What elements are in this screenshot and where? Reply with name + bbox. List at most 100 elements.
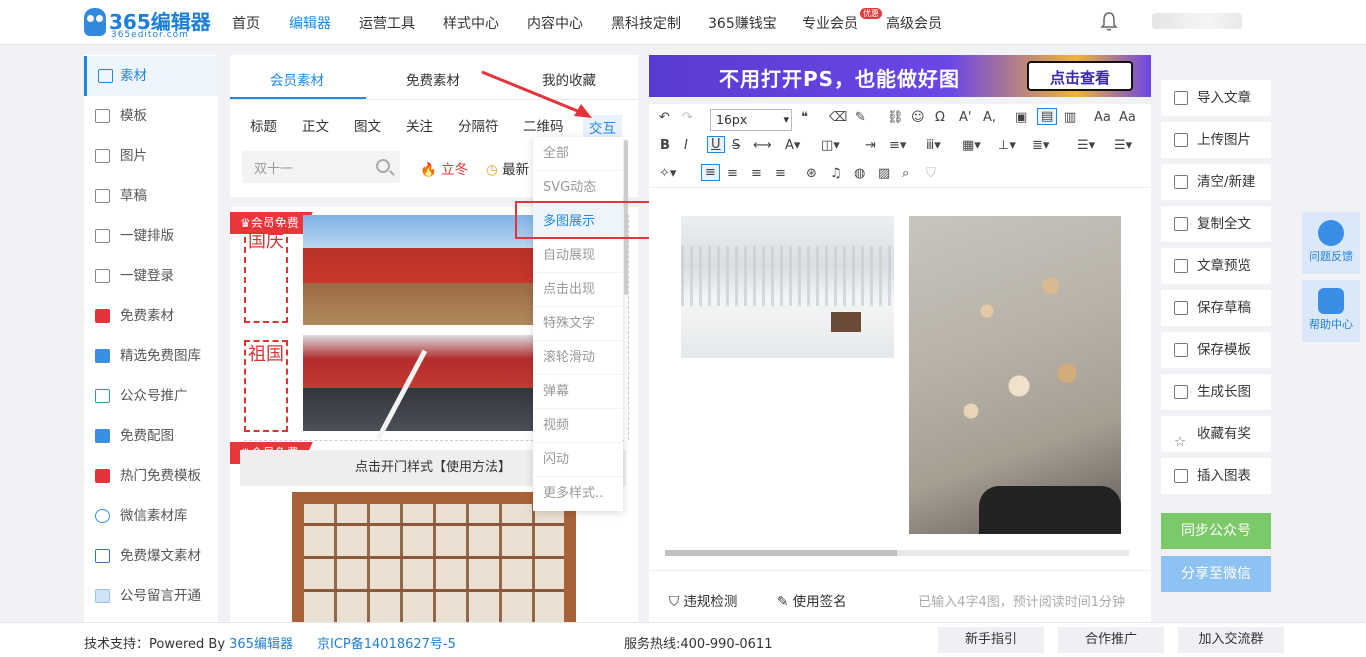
search-icon[interactable] (376, 159, 390, 173)
layout-right-icon[interactable]: ▥ (1064, 110, 1076, 125)
dropdown-item-flash[interactable]: 闪动 (533, 443, 623, 477)
dropdown-item-click-show[interactable]: 点击出现 (533, 273, 623, 307)
cooperation-button[interactable]: 合作推广 (1058, 627, 1164, 653)
emoji-icon[interactable]: ☺ (911, 110, 925, 125)
category-follow[interactable]: 关注 (406, 115, 433, 135)
sidebar-item-hot-templates[interactable]: 热门免费模板 (84, 456, 218, 496)
clear-format-icon[interactable]: Aa (1119, 110, 1136, 125)
background-color-icon[interactable]: ◫▾ (821, 138, 840, 153)
undo-icon[interactable]: ↶ (659, 110, 670, 125)
dropdown-item-all[interactable]: 全部 (533, 137, 623, 171)
icp-link[interactable]: 京ICP备14018627号-5 (317, 633, 456, 652)
dropdown-item-special-text[interactable]: 特殊文字 (533, 307, 623, 341)
tiananmen-image[interactable] (303, 215, 535, 325)
font-size-select[interactable]: 16px (710, 109, 792, 131)
paragraph-spacing-icon[interactable]: ≡▾ (889, 138, 906, 153)
door-image[interactable] (292, 492, 576, 622)
subscript-icon[interactable]: A, (983, 110, 996, 125)
support-link[interactable]: 365编辑器 (229, 637, 293, 652)
nav-ops-tools[interactable]: 运营工具 (359, 13, 415, 33)
promo-banner[interactable]: 不用打开PS，也能做好图 点击查看 (649, 55, 1151, 97)
dropdown-item-svg[interactable]: SVG动态 (533, 171, 623, 205)
dried-flowers-image[interactable] (909, 216, 1121, 534)
beginner-guide-button[interactable]: 新手指引 (938, 627, 1044, 653)
preview-button[interactable]: 文章预览 (1161, 248, 1271, 284)
chip-lidong[interactable]: 🔥 立冬 (420, 158, 468, 178)
sidebar-item-promote[interactable]: 公众号推广 (84, 376, 218, 416)
sidebar-item-wechat-library[interactable]: 微信素材库 (84, 496, 218, 536)
omega-icon[interactable]: Ω (935, 110, 945, 125)
nav-earn[interactable]: 365赚钱宝 (708, 13, 777, 33)
sync-wechat-button[interactable]: 同步公众号 (1161, 513, 1271, 549)
indent-icon[interactable]: ⇥ (865, 138, 876, 153)
chip-latest[interactable]: ◷ 最新 (486, 158, 529, 178)
bell-icon[interactable] (1100, 12, 1118, 32)
underline-icon[interactable]: U (707, 136, 725, 153)
flag-crowd-image[interactable] (303, 335, 535, 441)
align-left-icon[interactable]: ≡ (701, 164, 720, 181)
italic-icon[interactable]: I (684, 138, 688, 153)
align-bottom-icon[interactable]: ⊥▾ (998, 138, 1016, 153)
scroll-thumb[interactable] (665, 550, 897, 556)
nav-editor[interactable]: 编辑器 (289, 13, 331, 33)
line-height-icon[interactable]: ⟷ (753, 138, 772, 153)
sidebar-item-drafts[interactable]: 草稿 (84, 176, 218, 216)
sidebar-item-free-images[interactable]: 免费配图 (84, 416, 218, 456)
clear-new-button[interactable]: 清空/新建 (1161, 164, 1271, 200)
insert-chart-button[interactable]: 插入图表 (1161, 458, 1271, 494)
category-image-text[interactable]: 图文 (354, 115, 381, 135)
align-right-icon[interactable]: ≡ (751, 166, 762, 181)
music-icon[interactable]: ♫ (830, 166, 842, 181)
font-color-icon[interactable]: A▾ (785, 138, 800, 153)
eraser-icon[interactable]: ⌫ (829, 110, 847, 125)
align-center-icon[interactable]: ≡ (727, 166, 738, 181)
sidebar-item-material[interactable]: 素材 (84, 56, 218, 96)
quote-icon[interactable]: ❝ (801, 110, 808, 125)
magic-wand-icon[interactable]: ✧▾ (659, 166, 676, 181)
dropdown-item-video[interactable]: 视频 (533, 409, 623, 443)
link-icon[interactable]: ⛓ (887, 110, 904, 125)
category-title[interactable]: 标题 (250, 115, 277, 135)
dropdown-item-danmu[interactable]: 弹幕 (533, 375, 623, 409)
shield-icon[interactable]: ⛉ (926, 166, 936, 181)
layout-left-icon[interactable]: ▤ (1037, 108, 1058, 125)
palette-icon[interactable]: ◍ (854, 166, 865, 181)
save-draft-button[interactable]: 保存草稿 (1161, 290, 1271, 326)
sidebar-item-login[interactable]: 一键登录 (84, 256, 218, 296)
dropdown-item-more[interactable]: 更多样式.. (533, 477, 623, 511)
category-body[interactable]: 正文 (302, 115, 329, 135)
import-article-button[interactable]: 导入文章 (1161, 80, 1271, 116)
format-brush-icon[interactable]: ✎ (855, 110, 866, 125)
case-icon[interactable]: Aa (1094, 110, 1111, 125)
nav-style-center[interactable]: 样式中心 (443, 13, 499, 33)
snow-village-image[interactable] (681, 216, 894, 358)
save-template-button[interactable]: 保存模板 (1161, 332, 1271, 368)
image-insert-icon[interactable]: ▨ (878, 166, 890, 181)
sidebar-item-comments[interactable]: 公号留言开通 (84, 576, 218, 616)
nav-home[interactable]: 首页 (232, 13, 260, 33)
video-icon[interactable]: ⊛ (806, 166, 817, 181)
dropdown-item-scroll[interactable]: 滚轮滑动 (533, 341, 623, 375)
redo-icon[interactable]: ↷ (682, 110, 693, 125)
sidebar-item-gallery[interactable]: 精选免费图库 (84, 336, 218, 376)
heading-icon[interactable]: ≣▾ (1032, 138, 1049, 153)
copy-all-button[interactable]: 复制全文 (1161, 206, 1271, 242)
justify-icon[interactable]: ≡ (775, 166, 786, 181)
violation-check[interactable]: ⛉ 违规检测 (669, 590, 737, 610)
dropdown-item-auto-show[interactable]: 自动展现 (533, 239, 623, 273)
join-group-button[interactable]: 加入交流群 (1178, 627, 1284, 653)
tab-free-material[interactable]: 免费素材 (406, 69, 460, 89)
sidebar-item-auto-layout[interactable]: 一键排版 (84, 216, 218, 256)
feedback-button[interactable]: 问题反馈 (1302, 212, 1360, 274)
nav-premium-member[interactable]: 高级会员 (886, 13, 942, 33)
sidebar-item-viral[interactable]: 免费爆文素材 (84, 536, 218, 576)
long-image-button[interactable]: 生成长图 (1161, 374, 1271, 410)
superscript-icon[interactable]: A' (959, 110, 971, 125)
share-wechat-button[interactable]: 分享至微信 (1161, 556, 1271, 592)
user-avatar[interactable] (1152, 13, 1242, 29)
use-signature[interactable]: ✎ 使用签名 (777, 590, 847, 610)
search-replace-icon[interactable]: ⌕ (902, 166, 909, 181)
editor-canvas[interactable] (649, 188, 1151, 570)
logo[interactable]: 365编辑器 365editor.com (84, 6, 214, 40)
sidebar-item-free-material[interactable]: 免费素材 (84, 296, 218, 336)
